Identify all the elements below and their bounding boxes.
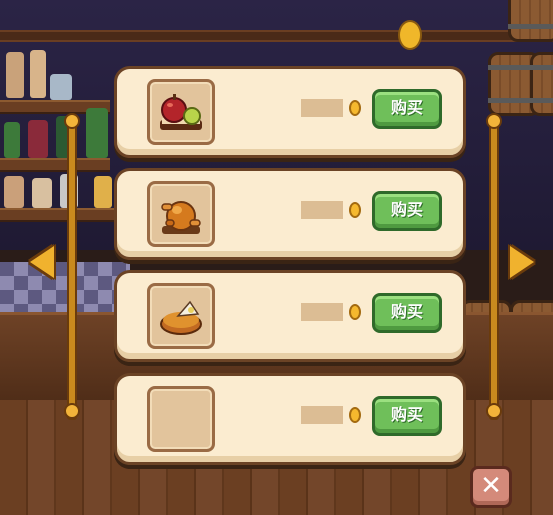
price-bar (301, 406, 343, 424)
glass (30, 50, 46, 98)
right-scroll-rail (489, 120, 499, 420)
bottle (28, 120, 48, 158)
next-page-arrow-icon[interactable] (510, 246, 534, 278)
buy-button[interactable]: 购买 (372, 191, 442, 231)
item-slot (147, 181, 215, 247)
hanging-lamp (398, 20, 422, 50)
left-scroll-rail (67, 120, 77, 420)
coin-icon (349, 202, 361, 218)
rail-knob (64, 403, 80, 419)
bottle (4, 176, 24, 208)
rail-knob (64, 113, 80, 129)
barrel (530, 52, 553, 116)
rail-knob (486, 113, 502, 129)
shop-item-card: 购买 (114, 168, 466, 260)
shelf (0, 158, 110, 172)
buy-button[interactable]: 购买 (372, 396, 442, 436)
apple-basket-icon (160, 94, 202, 130)
pie-icon (160, 300, 202, 335)
barrel (508, 0, 553, 42)
rail-knob (486, 403, 502, 419)
mug (94, 176, 112, 208)
buy-button[interactable]: 购买 (372, 293, 442, 333)
coin-icon (349, 407, 361, 423)
ceiling-beam (0, 30, 553, 42)
shop-item-card: 购买 (114, 66, 466, 158)
item-slot (147, 283, 215, 349)
shop-item-card: 购买 (114, 373, 466, 465)
checkered-wall-panel (0, 262, 130, 312)
coin-icon (349, 100, 361, 116)
jar (50, 74, 72, 100)
empty-slot-icon (156, 395, 206, 443)
previous-page-arrow-icon[interactable] (30, 246, 54, 278)
buy-button[interactable]: 购买 (372, 89, 442, 129)
bottle (86, 108, 108, 158)
price-bar (301, 99, 343, 117)
close-button[interactable]: ✕ (470, 466, 512, 508)
item-slot (147, 386, 215, 452)
shelf (0, 208, 125, 222)
shop-item-card: 购买 (114, 270, 466, 362)
mug (32, 178, 52, 208)
roast-chicken-icon (161, 201, 201, 234)
coin-icon (349, 304, 361, 320)
bottle (4, 122, 20, 158)
price-bar (301, 303, 343, 321)
item-slot (147, 79, 215, 145)
price-bar (301, 201, 343, 219)
glass (6, 52, 24, 98)
